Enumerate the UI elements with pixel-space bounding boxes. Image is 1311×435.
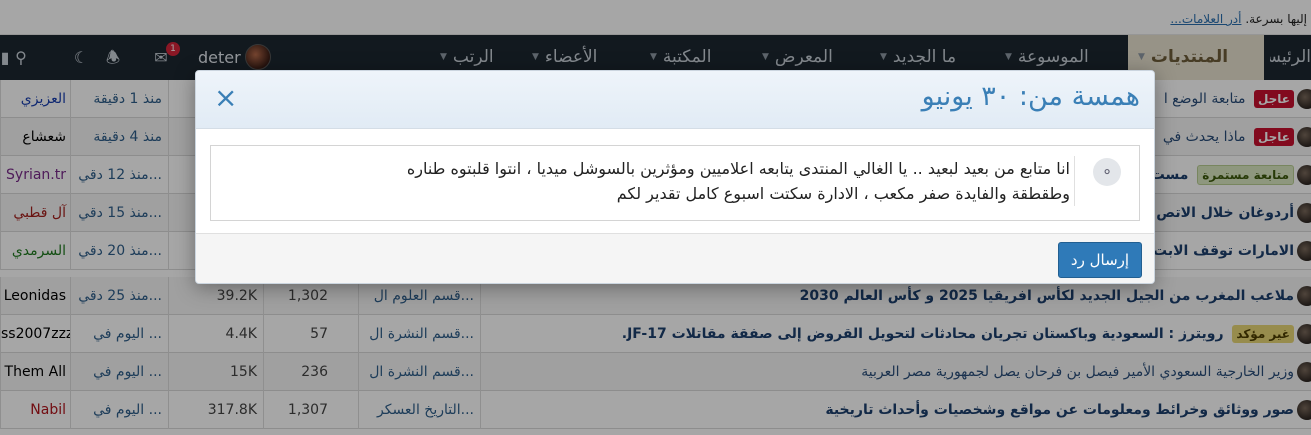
dialog-footer: إرسال رد	[196, 233, 1154, 283]
dialog-header: همسة من: ٣٠ يونيو ×	[196, 71, 1154, 129]
whisper-message: انا متابع من بعيد لبعيد .. يا الغالي الم…	[275, 156, 1075, 206]
dialog-title: همسة من: ٣٠ يونيو	[921, 81, 1140, 112]
whisper-message-line: وطقطقة والفايدة صفر مكعب ، الادارة سكتت …	[616, 184, 1070, 203]
send-reply-button[interactable]: إرسال رد	[1058, 242, 1142, 278]
close-icon[interactable]: ×	[214, 83, 237, 113]
whisper-message-line: انا متابع من بعيد لبعيد .. يا الغالي الم…	[406, 159, 1070, 178]
whisper-message-box: ⚬ انا متابع من بعيد لبعيد .. يا الغالي ا…	[210, 145, 1140, 221]
whisper-dialog: همسة من: ٣٠ يونيو × ⚬ انا متابع من بعيد …	[195, 70, 1155, 284]
ear-icon: ⚬	[1093, 158, 1121, 186]
